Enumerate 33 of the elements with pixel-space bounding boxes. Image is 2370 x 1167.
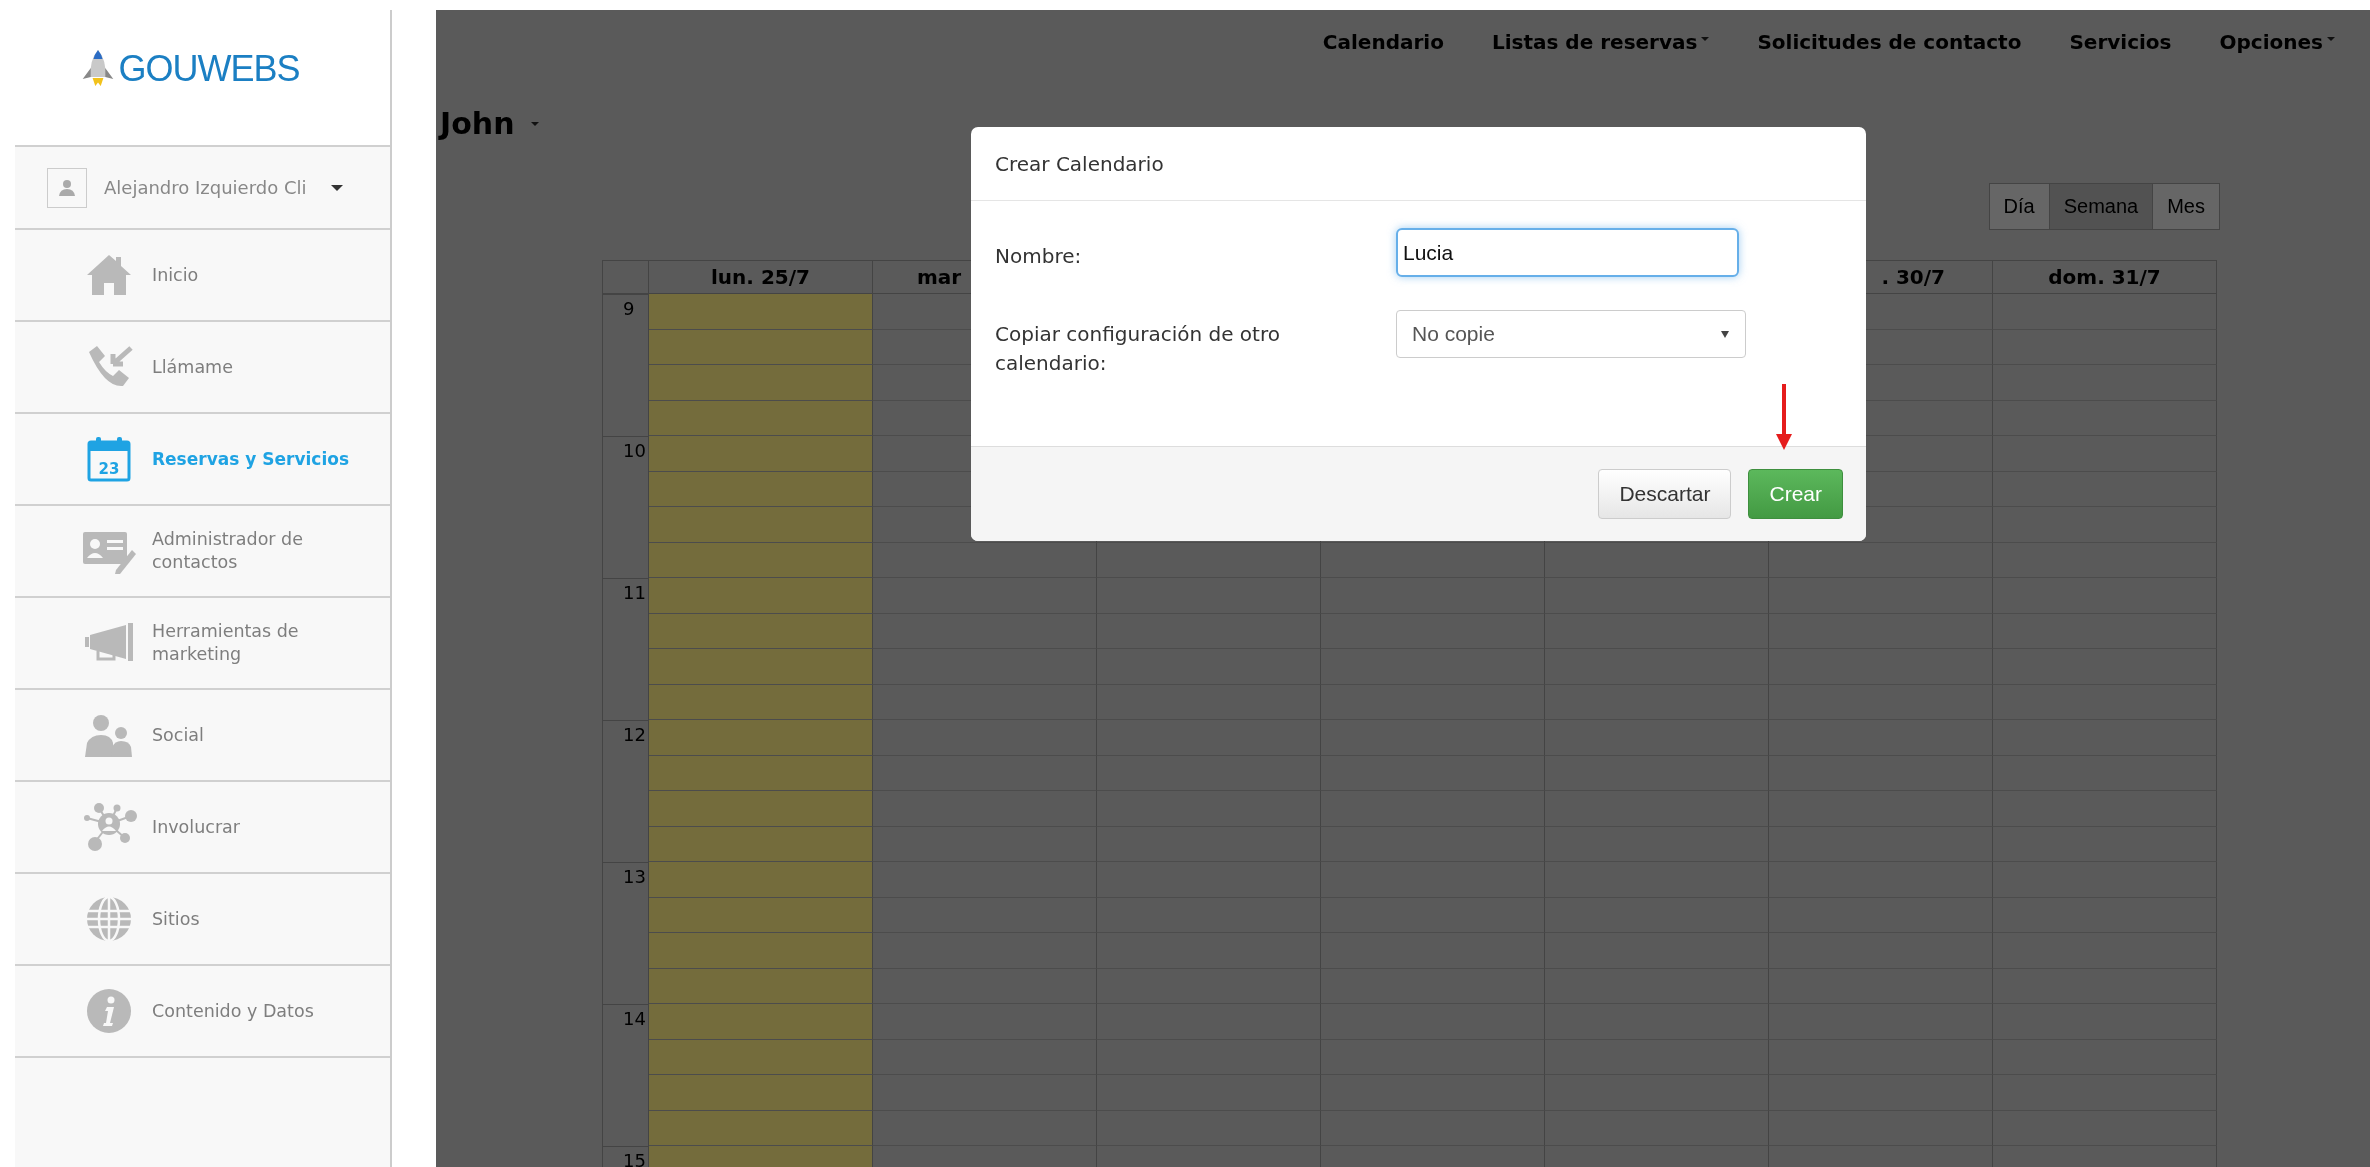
dialog-title: Crear Calendario: [995, 151, 1164, 176]
sidebar-item[interactable]: Llámame: [15, 322, 390, 414]
sidebar-item[interactable]: Administrador de contactos: [15, 506, 390, 598]
copy-dropdown[interactable]: No copie: [1396, 310, 1746, 358]
name-input-field[interactable]: Lucia: [1396, 228, 1739, 277]
sidebar-item[interactable]: Contenido y Datos: [15, 966, 390, 1058]
caret-icon: [530, 122, 539, 126]
caret-icon: [1721, 330, 1729, 338]
view-tab[interactable]: Mes: [2152, 183, 2220, 230]
field-label: Copiar configuración de otro calendario:: [995, 321, 1281, 377]
caret-icon: [331, 184, 344, 191]
down-arrow-icon: [1776, 384, 1792, 450]
view-tab[interactable]: Semana: [2048, 183, 2154, 230]
sidebar-item[interactable]: 23 Reservas y Servicios: [15, 414, 390, 506]
sidebar-item[interactable]: Social: [15, 690, 390, 782]
view-tab[interactable]: Día: [1988, 183, 2050, 230]
nav-link[interactable]: Calendario: [1322, 30, 1444, 54]
logo-text: GOUWEBS: [118, 47, 300, 90]
sidebar-item[interactable]: Involucrar: [15, 782, 390, 874]
nav-link[interactable]: Solicitudes de contacto: [1757, 30, 2022, 54]
create-button[interactable]: Crear: [1748, 469, 1843, 519]
sidebar-item[interactable]: Sitios: [15, 874, 390, 966]
avatar-icon: [47, 167, 87, 208]
user-menu[interactable]: Alejandro Izquierdo Cli: [15, 145, 390, 230]
discard-button[interactable]: Descartar: [1598, 469, 1732, 519]
nav-link[interactable]: Listas de reservas: [1491, 30, 1710, 54]
calendar-title[interactable]: John: [438, 104, 517, 144]
sidebar-item[interactable]: Inicio: [15, 230, 390, 322]
column-header: dom. 31/7: [1993, 261, 2217, 294]
nav-link[interactable]: Servicios: [2069, 30, 2172, 54]
user-name: Alejandro Izquierdo Cli: [104, 177, 307, 198]
nav-link[interactable]: Opciones: [2219, 30, 2335, 54]
sidebar-item[interactable]: Herramientas de marketing: [15, 598, 390, 690]
